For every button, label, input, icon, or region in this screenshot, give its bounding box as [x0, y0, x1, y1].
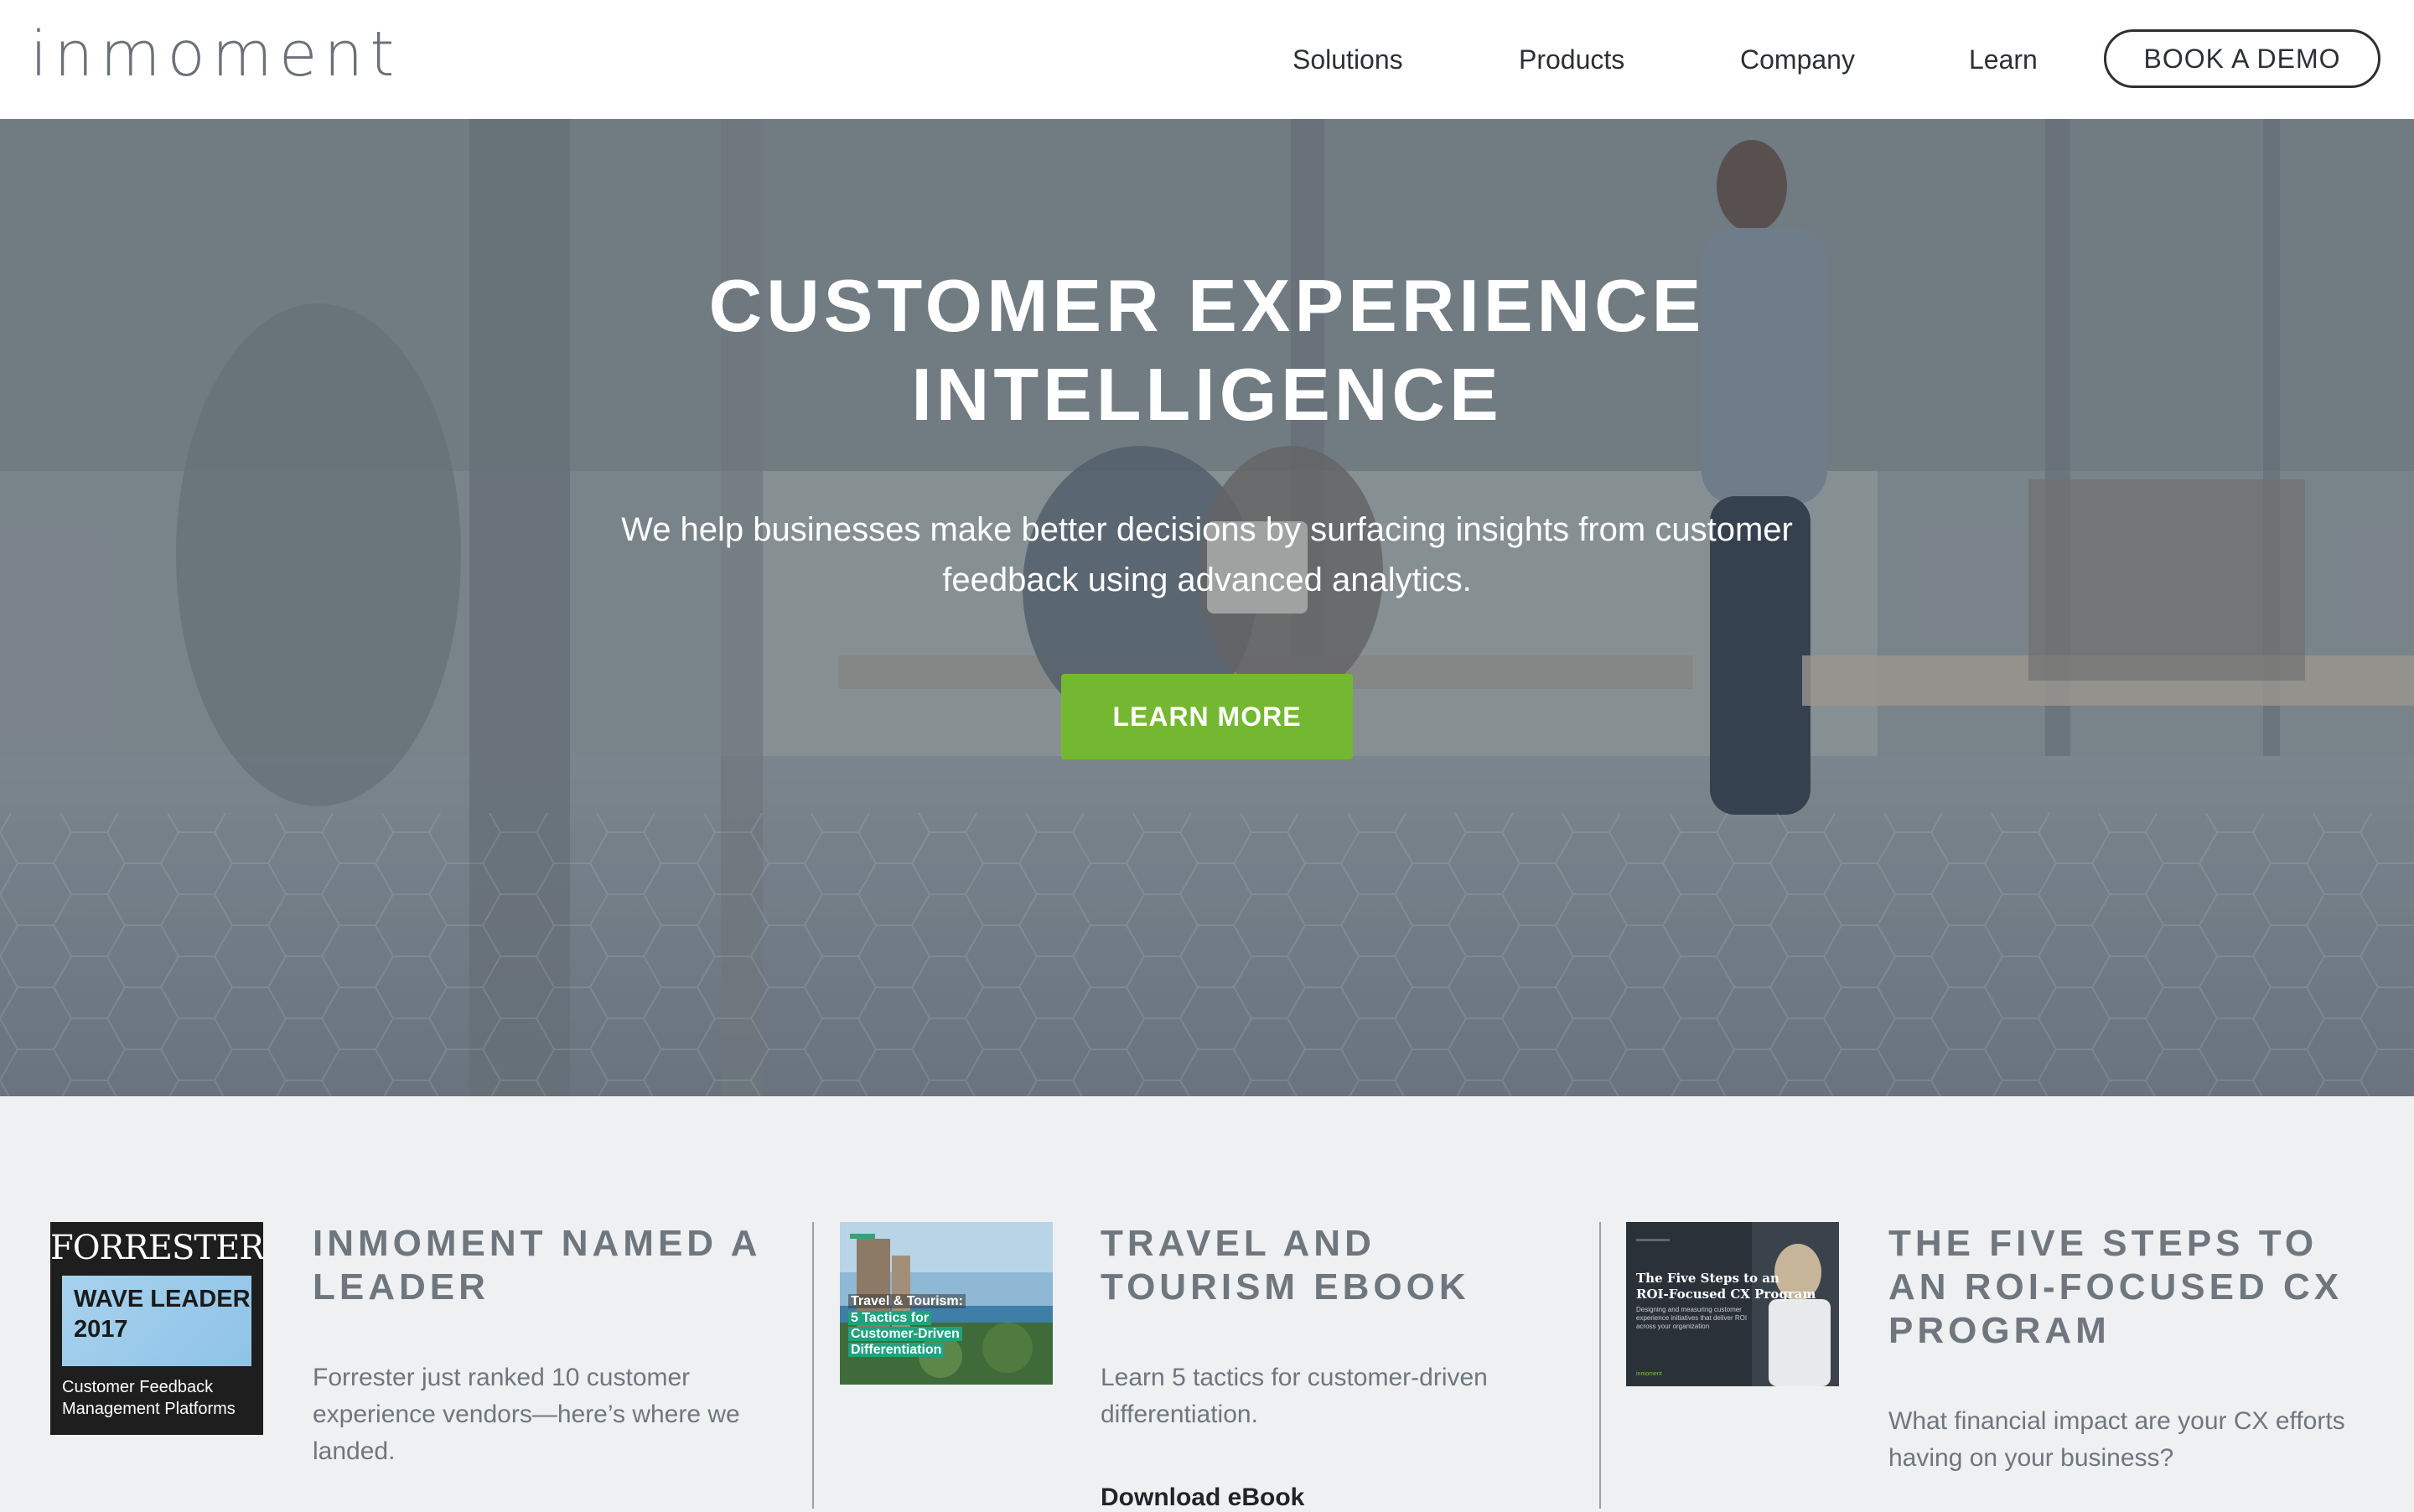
tourism-ebook-thumbnail[interactable]: Travel & Tourism: 5 Tactics for Customer…	[840, 1222, 1053, 1385]
nav-solutions[interactable]: Solutions	[1292, 0, 1403, 119]
book-demo-button[interactable]: BOOK A DEMO	[2104, 29, 2380, 88]
tourism-thumb-line3: Customer-Driven	[848, 1327, 962, 1341]
card-text-roi: What financial impact are your CX effort…	[1888, 1407, 2345, 1472]
forrester-wave-thumbnail[interactable]: FORRESTER® WAVE LEADER 2017 Customer Fee…	[50, 1222, 263, 1435]
learn-more-button[interactable]: LEARN MORE	[1061, 674, 1353, 759]
forrester-category: Customer Feedback Management Platforms	[62, 1378, 236, 1418]
wave-leader-text: WAVE LEADER	[74, 1286, 251, 1313]
nav-company[interactable]: Company	[1740, 0, 1855, 119]
download-ebook-link[interactable]: Download eBook	[1101, 1484, 1304, 1512]
tourism-thumb-line2: 5 Tactics for	[848, 1311, 932, 1325]
card-title-leader[interactable]: INMOMENT NAMED A LEADER	[313, 1222, 782, 1309]
inmoment-logo[interactable]: inmoment	[30, 18, 401, 91]
hero-title: CUSTOMER EXPERIENCE INTELLIGENCE	[0, 261, 2414, 439]
nav-learn[interactable]: Learn	[1969, 0, 2038, 119]
roi-program-thumbnail[interactable]: The Five Steps to an ROI-Focused CX Prog…	[1626, 1222, 1839, 1386]
card-title-roi[interactable]: THE FIVE STEPS TO AN ROI-FOCUSED CX PROG…	[1888, 1222, 2391, 1353]
card-divider	[1599, 1222, 1601, 1509]
card-text-tourism: Learn 5 tactics for customer-driven diff…	[1101, 1364, 1488, 1428]
card-divider	[812, 1222, 814, 1509]
roi-thumb-title: The Five Steps to an ROI-Focused CX Prog…	[1636, 1271, 1816, 1302]
hero-title-line1: CUSTOMER EXPERIENCE	[708, 264, 1706, 347]
site-header: inmoment Solutions Products Company Lear…	[0, 0, 2414, 119]
roi-thumb-brand: inmoment	[1636, 1371, 1662, 1377]
tourism-thumb-line1: Travel & Tourism:	[848, 1294, 966, 1308]
card-text-leader: Forrester just ranked 10 customer experi…	[313, 1364, 740, 1465]
wave-leader-year: 2017	[74, 1316, 128, 1343]
featured-resources: FORRESTER® WAVE LEADER 2017 Customer Fee…	[0, 1096, 2414, 1512]
roi-cover-art	[1626, 1222, 1839, 1386]
card-title-tourism[interactable]: TRAVEL AND TOURISM EBOOK	[1101, 1222, 1570, 1309]
wave-leader-band: WAVE LEADER 2017	[62, 1276, 251, 1366]
forrester-brand: FORRESTER®	[50, 1229, 263, 1267]
roi-thumb-desc: Designing and measuring customer experie…	[1636, 1306, 1748, 1330]
nav-products[interactable]: Products	[1519, 0, 1624, 119]
hero-title-line2: INTELLIGENCE	[911, 353, 1503, 436]
tourism-thumb-line4: Differentiation	[848, 1343, 945, 1357]
hero-section: CUSTOMER EXPERIENCE INTELLIGENCE We help…	[0, 119, 2414, 1096]
hero-subtitle: We help businesses make better decisions…	[621, 511, 1793, 598]
